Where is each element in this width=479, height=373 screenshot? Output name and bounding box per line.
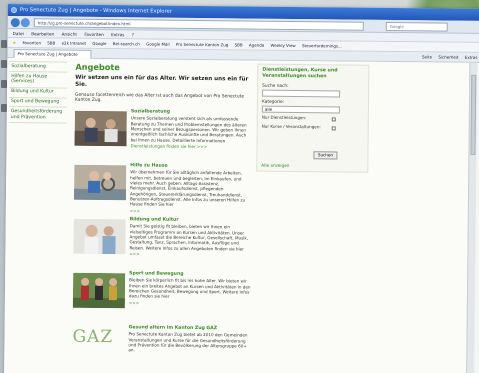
desktop-icon[interactable] [1,40,7,48]
window-title: Pro Senectute Zug | Angebote - Windows I… [19,7,172,15]
search-button[interactable]: Suchen [313,151,338,160]
screen-photo: Pro Senectute Zug | Angebote - Windows I… [0,0,479,373]
courses-only-label: Nur Kurse / Veranstaltungen: [261,123,321,130]
offer-link[interactable]: >>> [129,251,251,257]
show-all-link[interactable]: Alle anzeigen [261,163,289,168]
search-box-title: Dienstleistungen, Kurse und Veranstaltun… [262,67,338,80]
courses-only-option: Nur Kurse / Veranstaltungen: [261,123,364,138]
back-icon[interactable] [10,18,20,28]
sport-photo [72,273,126,309]
nav-item-sozialberatung[interactable]: Sozialberatung [9,61,68,73]
menu-file[interactable]: Datei [13,31,24,36]
education-photo [73,219,126,255]
intro-text: Genauso facettenreich wie das Alter ist … [74,92,245,104]
nav-item-sport[interactable]: Sport und Bewegung [8,97,68,109]
favorite-item[interactable]: SBB [47,40,55,45]
favorites-star-icon[interactable]: ★ [13,40,17,45]
category-select[interactable]: alle [261,105,340,114]
web-page: Sozialberatung Hilfen zu Hause (Services… [4,57,478,373]
main-content: Angebote Wir setzen uns ein für das Alte… [72,62,253,373]
offer-link[interactable]: Dienstleistungen finden sie hier >>> [130,143,252,149]
home-help-photo [73,165,127,201]
ie-icon [10,7,17,14]
menu-edit[interactable]: Bearbeiten [31,31,54,36]
command-bar: Seite Sicherheit Extras [417,53,478,62]
forward-icon[interactable] [20,18,30,28]
counseling-photo [74,111,127,147]
favorite-item[interactable]: Google Mail [146,41,170,46]
offer-block: Hilfe zu Hause Wir übernehmen für Sie al… [73,163,253,219]
favorite-item[interactable]: Steuerfordernings... [302,43,342,48]
offer-block: Bildung und Kultur Damit Sie geistig fit… [73,217,252,273]
page-subtitle: Wir setzen uns ein für das Alter. Wir se… [75,74,249,89]
services-only-label: Nur Dienstleistungen: [261,114,307,121]
page-menu[interactable]: Seite [422,54,432,59]
favorite-item[interactable]: Bel-search.ch [113,41,140,46]
search-label: Suche nach: [262,83,289,90]
menu-help[interactable]: ? [132,32,134,37]
favorites-label[interactable]: Favoriten [22,40,41,45]
nav-item-gesundheit[interactable]: Gesundheitsförderung und Prävention [8,107,67,124]
left-navigation: Sozialberatung Hilfen zu Hause (Services… [8,61,68,124]
favorite-item[interactable]: SBB [235,42,243,47]
services-only-checkbox[interactable] [331,117,336,122]
url-field[interactable]: http://zg.pro-senectute.ch/angebot/index… [33,18,364,31]
nav-item-bildung[interactable]: Bildung und Kultur [9,87,68,99]
offer-link[interactable]: >>> [129,300,251,306]
browser-window: Pro Senectute Zug | Angebote - Windows I… [4,4,479,373]
offer-text: Unsere Sozialberatung versteht sich als … [130,115,247,143]
search-input[interactable] [262,89,341,98]
scrollbar-thumb[interactable] [470,74,477,155]
offer-block: Sozialberatung Unsere Sozialberatung ver… [74,109,253,165]
menu-favorites[interactable]: Favoriten [84,32,103,37]
tools-menu[interactable]: Extras [465,55,478,60]
offer-text: Bleiben Sie körperlich fit bis ins hohe … [128,277,251,300]
favorite-item[interactable]: e2k Intranet [62,41,87,46]
search-box: Dienstleistungen, Kurse und Veranstaltun… [256,63,370,173]
offer-block: GAZ Gesund altern im Kanton Zug GAZ Pro … [72,325,251,373]
offer-text: Wir übernehmen für Sie alltäglich anfall… [129,169,246,208]
search-field[interactable]: Google [385,21,448,32]
offer-link[interactable]: >>> [130,208,252,214]
favorite-item[interactable]: Weekly View [270,43,295,48]
courses-only-checkbox[interactable] [331,126,336,131]
gaz-logo: GAZ [72,327,114,348]
menu-tools[interactable]: Extras [111,32,124,37]
favorite-item[interactable]: Pro Senectute Kanton Zug [176,42,228,48]
desktop-icon[interactable] [1,80,7,88]
favorite-item[interactable]: Google [92,41,106,46]
favorite-item[interactable]: Agenda [249,43,264,48]
category-label: Kategorie: [261,99,285,106]
page-title: Angebote [75,61,120,73]
offer-text: Pro Senectute Kanton Zug bietet ab 2010 … [128,331,248,353]
security-menu[interactable]: Sicherheit [438,55,458,60]
offer-text: Damit Sie geistig fit bleiben, bieten wi… [129,223,249,252]
menu-view[interactable]: Ansicht [62,32,78,37]
nav-item-hilfen[interactable]: Hilfen zu Hause (Services) [9,71,68,89]
offer-block: Sport und Bewegung Bleiben Sie körperlic… [72,271,252,327]
desktop-icon[interactable] [1,60,7,68]
